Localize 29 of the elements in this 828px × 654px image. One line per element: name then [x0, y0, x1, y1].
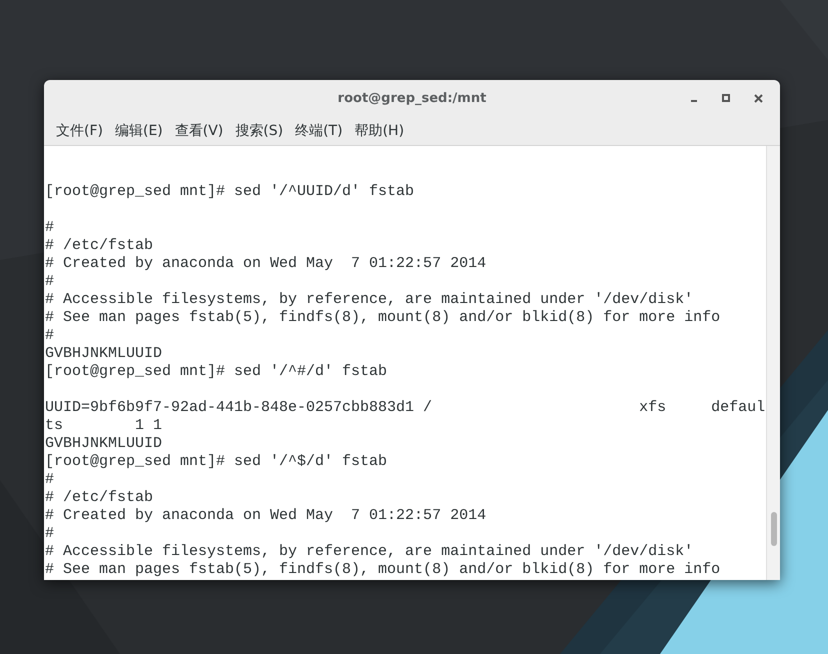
- scrollbar[interactable]: [766, 146, 780, 580]
- output-line: # Accessible filesystems, by reference, are maintained under '/dev/disk': [45, 543, 694, 561]
- output-line: #: [45, 327, 56, 345]
- output-line: #: [45, 219, 56, 237]
- menu-item[interactable]: 终端(T): [291, 120, 347, 142]
- output-line: # Created by anaconda on Wed May 7 01:22:57 2014: [45, 507, 488, 525]
- menu-item[interactable]: 编辑(E): [110, 120, 167, 142]
- output-line: GVBHJNKMLUUID: [45, 435, 164, 453]
- output-line: UUID=9bf6b9f7-92ad-441b-848e-0257cbb883d1 / xfs defaul: [45, 399, 766, 417]
- menu-item[interactable]: 文件(F): [52, 120, 107, 142]
- output-line: # Accessible filesystems, by reference, are maintained under '/dev/disk': [45, 291, 694, 309]
- output-line: #: [45, 471, 56, 489]
- command-line: [root@grep_sed mnt]# sed '/^#/d' fstab: [45, 363, 388, 381]
- scrollbar-thumb[interactable]: [771, 512, 777, 546]
- output-line: # /etc/fstab: [45, 489, 154, 507]
- menu-item[interactable]: 搜索(S): [231, 120, 288, 142]
- command-line: [root@grep_sed mnt]# sed '/^$/d' fstab: [45, 453, 388, 471]
- command-line: [root@grep_sed mnt]# sed '/^UUID/d' fstab: [45, 183, 416, 201]
- output-line: # See man pages fstab(5), findfs(8), mount(8) and/or blkid(8) for more info: [45, 561, 722, 579]
- output-line: #: [45, 525, 56, 543]
- output-line: # Created by anaconda on Wed May 7 01:22:57 2014: [45, 255, 488, 273]
- menu-item[interactable]: 查看(V): [170, 120, 228, 142]
- output-line: # See man pages fstab(5), findfs(8), mount(8) and/or blkid(8) for more info: [45, 309, 722, 327]
- output-line: # /etc/fstab: [45, 237, 154, 255]
- window-title: root@grep_sed:/mnt: [338, 90, 486, 108]
- output-line: ts 1 1: [45, 417, 164, 435]
- output-line: #: [45, 273, 56, 291]
- output-line: GVBHJNKMLUUID: [45, 345, 164, 363]
- menu-item[interactable]: 帮助(H): [350, 120, 408, 142]
